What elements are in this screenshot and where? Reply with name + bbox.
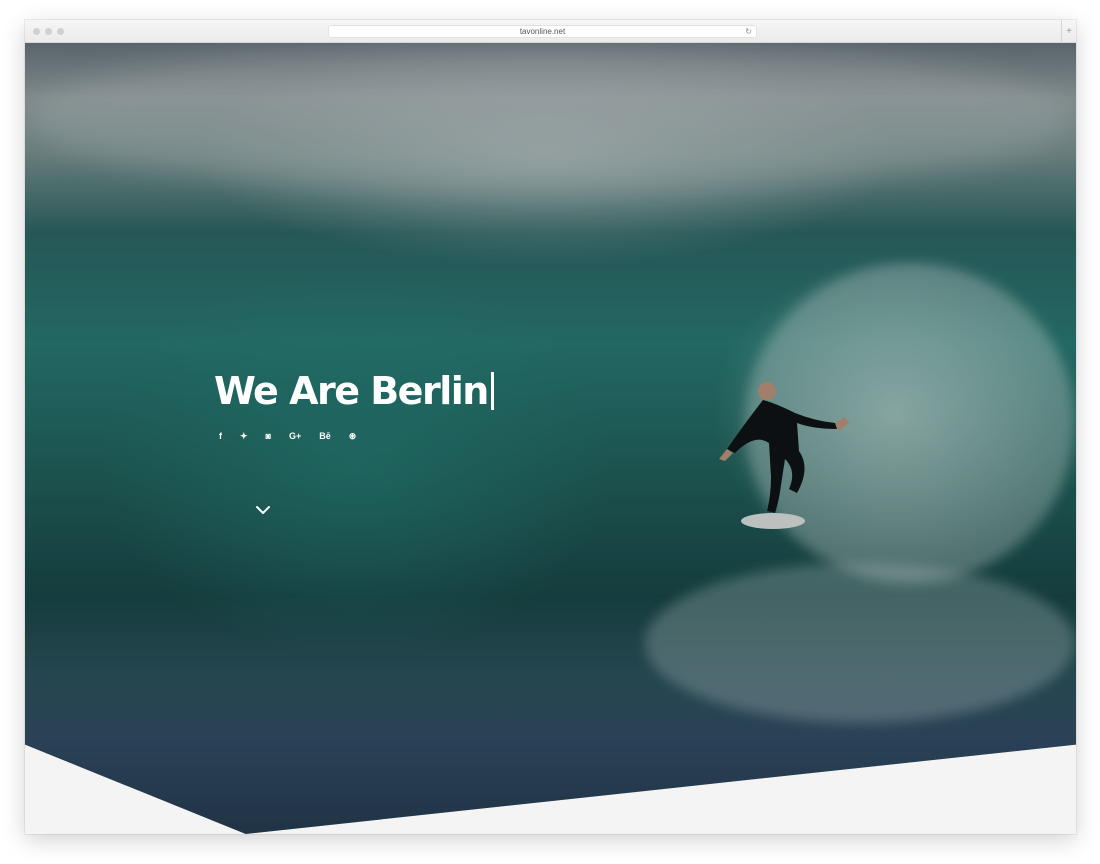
twitter-icon[interactable]: ✦ xyxy=(240,430,248,442)
facebook-icon[interactable]: f xyxy=(219,430,222,442)
behance-icon[interactable]: Bē xyxy=(319,430,331,442)
minimize-window-button[interactable] xyxy=(45,28,52,35)
address-bar[interactable]: tavonline.net ↻ xyxy=(328,25,757,38)
instagram-icon[interactable]: ◙ xyxy=(266,430,271,442)
browser-titlebar: tavonline.net ↻ + xyxy=(25,20,1076,43)
new-tab-button[interactable]: + xyxy=(1061,20,1076,43)
hero-title: We Are Berlin xyxy=(214,368,494,414)
social-links: f ✦ ◙ G+ Bē ⊛ xyxy=(219,430,494,442)
close-window-button[interactable] xyxy=(33,28,40,35)
chevron-down-icon[interactable] xyxy=(255,504,271,516)
hero-title-text: We Are Berlin xyxy=(214,369,489,413)
google-plus-icon[interactable]: G+ xyxy=(289,430,301,442)
hero-content: We Are Berlin f ✦ ◙ G+ Bē ⊛ xyxy=(214,368,494,442)
maximize-window-button[interactable] xyxy=(57,28,64,35)
address-bar-url: tavonline.net xyxy=(519,27,566,36)
browser-window: tavonline.net ↻ + We Are Berlin f ✦ ◙ G+ xyxy=(25,20,1076,834)
reload-icon[interactable]: ↻ xyxy=(745,25,752,38)
hero-overlay xyxy=(25,43,1076,834)
hero-section: We Are Berlin f ✦ ◙ G+ Bē ⊛ xyxy=(25,43,1076,834)
typing-cursor xyxy=(490,372,494,410)
dribbble-icon[interactable]: ⊛ xyxy=(349,430,357,442)
